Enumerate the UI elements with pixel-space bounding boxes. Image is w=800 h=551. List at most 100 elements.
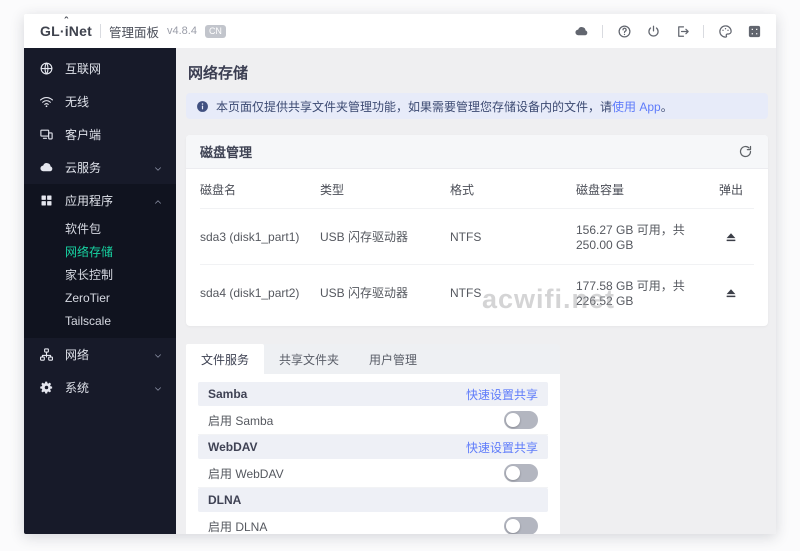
divider (99, 24, 101, 38)
col-capacity: 磁盘容量 (576, 183, 625, 197)
apps-grid-icon (39, 193, 54, 208)
network-icon (39, 347, 54, 362)
webdav-title: WebDAV (208, 440, 258, 454)
sidebar-subitem-network-storage[interactable]: 网络存储 (24, 240, 176, 263)
sidebar: 互联网 无线 客户端 云服务 应用程序 软件包 网络存储 家长控制 ZeroTi… (24, 48, 176, 534)
sidebar-item-label: 无线 (65, 95, 90, 109)
dlna-toggle-row: 启用 DLNA (198, 512, 548, 534)
sidebar-item-clients[interactable]: 客户端 (24, 118, 176, 151)
top-bar: GL·iNet 管理面板 v4.8.4 CN (24, 14, 776, 48)
dlna-toggle[interactable] (504, 517, 538, 534)
chevron-down-icon (153, 163, 163, 173)
disk-capacity: 177.58 GB 可用，共 226.52 GB (576, 279, 685, 308)
file-services-card: 文件服务 共享文件夹 用户管理 Samba 快速设置共享 启用 Samba We… (186, 344, 560, 534)
sidebar-item-label: 网络 (65, 348, 90, 362)
main-content: 网络存储 本页面仅提供共享文件夹管理功能，如果需要管理您存储设备内的文件，请使用… (176, 48, 776, 534)
sidebar-item-applications[interactable]: 应用程序 (24, 184, 176, 217)
disk-type: USB 闪存驱动器 (320, 230, 409, 244)
qr-code-icon[interactable] (746, 23, 762, 39)
brand-logo: GL·iNet (40, 16, 92, 39)
chevron-down-icon (153, 350, 163, 360)
tab-user-management[interactable]: 用户管理 (354, 344, 432, 374)
sidebar-item-wireless[interactable]: 无线 (24, 85, 176, 118)
dlna-section-header: DLNA (198, 488, 548, 512)
eject-icon[interactable] (708, 286, 754, 300)
app-window: GL·iNet 管理面板 v4.8.4 CN (24, 14, 776, 534)
sidebar-subitem-label: Tailscale (65, 313, 112, 328)
divider (602, 24, 603, 38)
disk-type: USB 闪存驱动器 (320, 286, 409, 300)
refresh-icon[interactable] (738, 144, 754, 160)
app-title: 管理面板 (108, 25, 159, 40)
disk-card-header: 磁盘管理 (186, 135, 768, 169)
use-app-link[interactable]: 使用 App (612, 100, 661, 114)
sidebar-item-label: 云服务 (65, 161, 102, 175)
clients-icon (39, 127, 54, 142)
sidebar-item-network[interactable]: 网络 (24, 338, 176, 371)
sidebar-item-label: 应用程序 (65, 194, 114, 208)
sidebar-item-system[interactable]: 系统 (24, 371, 176, 404)
wifi-icon (39, 94, 54, 109)
sidebar-item-label: 互联网 (65, 62, 102, 76)
table-row: sda4 (disk1_part2) USB 闪存驱动器 NTFS 177.58… (200, 264, 754, 320)
applications-group: 应用程序 软件包 网络存储 家长控制 ZeroTier Tailscale (24, 184, 176, 338)
sidebar-subitem-label: 网络存储 (65, 245, 114, 259)
col-format: 格式 (450, 183, 475, 197)
app-body: 互联网 无线 客户端 云服务 应用程序 软件包 网络存储 家长控制 ZeroTi… (24, 48, 776, 534)
chevron-up-icon (153, 196, 163, 206)
sidebar-item-label: 系统 (65, 381, 90, 395)
help-icon[interactable] (616, 23, 632, 39)
webdav-toggle[interactable] (504, 464, 538, 482)
eject-icon[interactable] (708, 230, 754, 244)
sidebar-subitem-label: 软件包 (65, 222, 102, 236)
globe-icon (39, 61, 54, 76)
table-row: sda3 (disk1_part1) USB 闪存驱动器 NTFS 156.27… (200, 208, 754, 264)
samba-quick-setup-link[interactable]: 快速设置共享 (466, 386, 538, 403)
page-title: 网络存储 (188, 65, 249, 82)
tab-content: Samba 快速设置共享 启用 Samba WebDAV 快速设置共享 启用 W… (186, 374, 560, 534)
cloud-icon[interactable] (573, 23, 589, 39)
sidebar-subitem-zerotier[interactable]: ZeroTier (24, 286, 176, 309)
col-disk-name: 磁盘名 (200, 183, 237, 197)
samba-toggle-row: 启用 Samba (198, 406, 548, 435)
version-label: v4.8.4 (166, 25, 197, 37)
col-eject: 弹出 (718, 183, 743, 197)
divider (703, 24, 704, 38)
samba-toggle[interactable] (504, 411, 538, 429)
chevron-down-icon (153, 383, 163, 393)
disk-format: NTFS (450, 229, 482, 244)
webdav-toggle-label: 启用 WebDAV (208, 466, 284, 481)
tab-bar: 文件服务 共享文件夹 用户管理 (186, 344, 560, 374)
sidebar-item-cloud-services[interactable]: 云服务 (24, 151, 176, 184)
page-background: GL·iNet 管理面板 v4.8.4 CN (0, 0, 800, 551)
logout-icon[interactable] (674, 23, 690, 39)
disk-table: 磁盘名 类型 格式 磁盘容量 弹出 sda3 (disk1_part1) USB… (186, 169, 768, 326)
palette-icon[interactable] (717, 23, 733, 39)
samba-toggle-label: 启用 Samba (208, 413, 274, 428)
sidebar-subitem-label: 家长控制 (65, 268, 114, 282)
webdav-toggle-row: 启用 WebDAV (198, 459, 548, 488)
disk-capacity: 156.27 GB 可用，共 250.00 GB (576, 223, 685, 252)
disk-name: sda3 (disk1_part1) (200, 229, 300, 244)
sidebar-subitem-packages[interactable]: 软件包 (24, 217, 176, 240)
samba-section-header: Samba 快速设置共享 (198, 382, 548, 406)
info-icon (197, 100, 208, 112)
disk-table-header: 磁盘名 类型 格式 磁盘容量 弹出 (200, 169, 754, 208)
sidebar-subitem-parental-control[interactable]: 家长控制 (24, 263, 176, 286)
sidebar-subitem-label: ZeroTier (65, 290, 110, 305)
banner-text-before: 本页面仅提供共享文件夹管理功能，如果需要管理您存储设备内的文件，请 (216, 99, 613, 114)
disk-management-card: 磁盘管理 磁盘名 类型 格式 磁盘容量 弹出 sda3 (disk1_part1… (186, 135, 768, 326)
sidebar-subitem-tailscale[interactable]: Tailscale (24, 309, 176, 332)
sidebar-item-internet[interactable]: 互联网 (24, 52, 176, 85)
samba-title: Samba (208, 387, 248, 401)
info-banner: 本页面仅提供共享文件夹管理功能，如果需要管理您存储设备内的文件，请使用 App。 (186, 93, 768, 119)
banner-text: 本页面仅提供共享文件夹管理功能，如果需要管理您存储设备内的文件，请使用 App。 (216, 98, 673, 115)
sidebar-item-label: 客户端 (65, 128, 102, 142)
tab-file-services[interactable]: 文件服务 (186, 344, 265, 374)
tab-shared-folders[interactable]: 共享文件夹 (264, 344, 354, 374)
webdav-quick-setup-link[interactable]: 快速设置共享 (466, 439, 538, 456)
power-icon[interactable] (645, 23, 661, 39)
brand-area: GL·iNet 管理面板 v4.8.4 CN (40, 16, 226, 41)
gear-icon (39, 380, 54, 395)
col-type: 类型 (320, 183, 345, 197)
